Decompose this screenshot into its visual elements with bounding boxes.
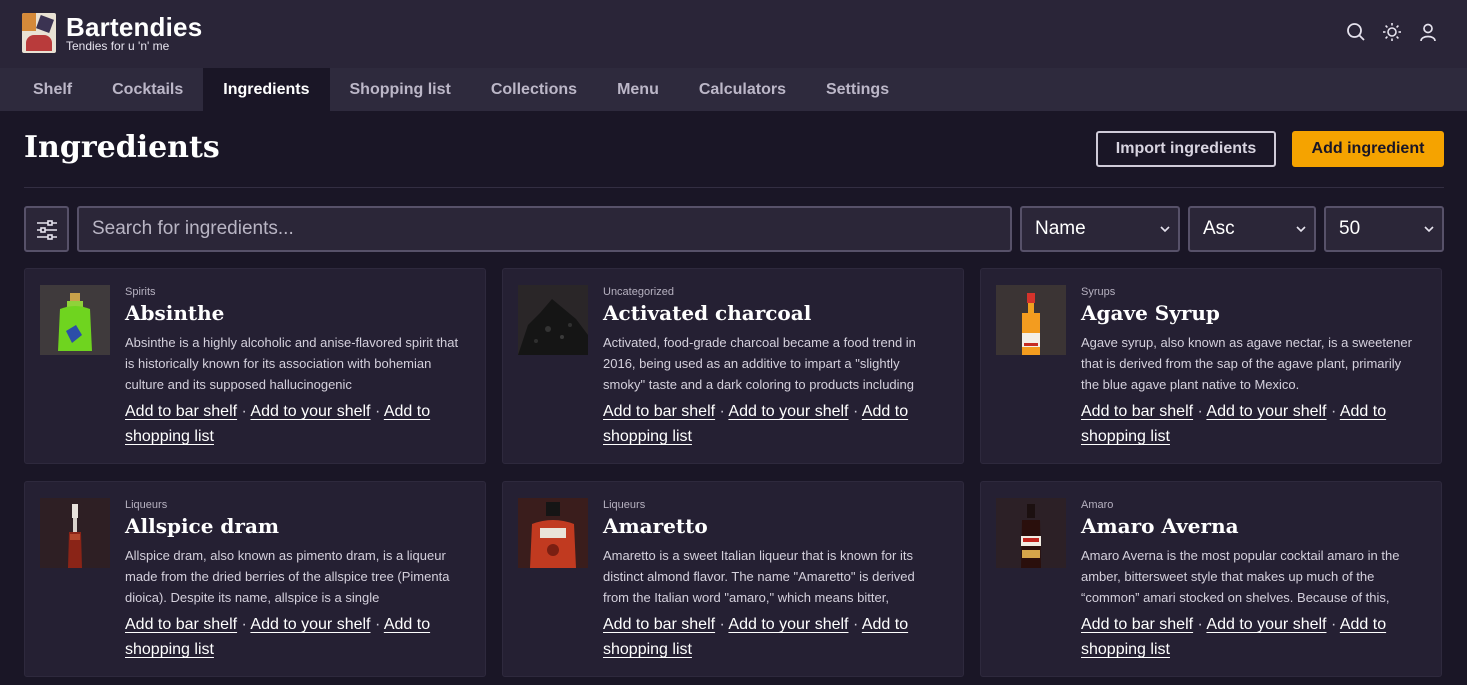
chevron-down-icon [1296,226,1306,233]
search-icon[interactable] [1346,22,1366,42]
ingredient-card[interactable]: Liqueurs Allspice dram Allspice dram, al… [24,481,486,677]
ingredient-category: Liqueurs [125,499,168,511]
add-ingredient-button[interactable]: Add ingredient [1292,131,1444,167]
filter-button[interactable] [24,206,69,252]
ingredient-name[interactable]: Allspice dram [125,514,279,538]
sliders-icon [37,220,57,240]
ingredient-name[interactable]: Absinthe [125,301,224,325]
ingredient-category: Syrups [1081,286,1116,298]
sort-direction-select[interactable]: Asc [1188,206,1316,252]
add-to-your-shelf-link[interactable]: Add to your shelf [250,403,370,420]
user-icon[interactable] [1418,22,1438,42]
sort-field-value: Name [1035,218,1086,239]
ingredient-name[interactable]: Activated charcoal [603,301,811,325]
ingredient-description: Allspice dram, also known as pimento dra… [125,548,450,605]
nav-calculators[interactable]: Calculators [679,68,806,111]
ingredient-actions: Add to bar shelf · Add to your shelf · A… [1081,616,1387,658]
theme-sun-icon[interactable] [1382,22,1402,42]
ingredient-card[interactable]: Spirits Absinthe Absinthe is a highly al… [24,268,486,464]
sort-field-select[interactable]: Name [1020,206,1180,252]
divider [24,187,1444,188]
add-to-bar-shelf-link[interactable]: Add to bar shelf [603,403,715,420]
ingredient-image[interactable] [996,285,1066,355]
brand-tagline: Tendies for u 'n' me [66,39,170,53]
ingredient-category: Spirits [125,286,156,298]
ingredient-category: Uncategorized [603,286,674,298]
ingredient-image[interactable] [40,498,110,568]
ingredient-name[interactable]: Amaro Averna [1081,514,1239,538]
ingredient-actions: Add to bar shelf · Add to your shelf · A… [125,403,431,445]
ingredient-name[interactable]: Amaretto [603,514,708,538]
nav-shopping-list[interactable]: Shopping list [330,68,471,111]
top-bar: Bartendies Tendies for u 'n' me [0,0,1467,68]
logo-icon[interactable] [22,13,56,53]
add-to-bar-shelf-link[interactable]: Add to bar shelf [1081,616,1193,633]
chevron-down-icon [1424,226,1434,233]
chevron-down-icon [1160,226,1170,233]
ingredient-name[interactable]: Agave Syrup [1081,301,1220,325]
ingredient-image[interactable] [40,285,110,355]
ingredient-card[interactable]: Amaro Amaro Averna Amaro Averna is the m… [980,481,1442,677]
main-nav: Shelf Cocktails Ingredients Shopping lis… [0,68,1467,111]
nav-menu[interactable]: Menu [597,68,679,111]
add-to-your-shelf-link[interactable]: Add to your shelf [1206,616,1326,633]
nav-collections[interactable]: Collections [471,68,597,111]
ingredient-description: Absinthe is a highly alcoholic and anise… [125,335,459,392]
ingredient-card[interactable]: Liqueurs Amaretto Amaretto is a sweet It… [502,481,964,677]
ingredient-description: Agave syrup, also known as agave nectar,… [1081,335,1412,392]
search-input[interactable] [77,206,1012,252]
ingredient-category: Liqueurs [603,499,646,511]
nav-shelf[interactable]: Shelf [0,68,92,111]
ingredient-image[interactable] [518,498,588,568]
add-to-your-shelf-link[interactable]: Add to your shelf [728,616,848,633]
ingredient-description: Amaro Averna is the most popular cocktai… [1081,548,1400,605]
add-to-your-shelf-link[interactable]: Add to your shelf [250,616,370,633]
ingredient-description: Amaretto is a sweet Italian liqueur that… [603,548,915,605]
ingredient-actions: Add to bar shelf · Add to your shelf · A… [603,616,909,658]
ingredient-card[interactable]: Syrups Agave Syrup Agave syrup, also kno… [980,268,1442,464]
add-to-bar-shelf-link[interactable]: Add to bar shelf [125,616,237,633]
ingredient-actions: Add to bar shelf · Add to your shelf · A… [125,616,431,658]
nav-ingredients[interactable]: Ingredients [203,68,330,111]
add-to-your-shelf-link[interactable]: Add to your shelf [1206,403,1326,420]
per-page-select[interactable]: 50 [1324,206,1444,252]
per-page-value: 50 [1339,218,1361,239]
import-ingredients-button[interactable]: Import ingredients [1096,131,1276,167]
ingredient-image[interactable] [996,498,1066,568]
add-to-your-shelf-link[interactable]: Add to your shelf [728,403,848,420]
nav-settings[interactable]: Settings [806,68,909,111]
page-title: Ingredients [24,130,220,165]
ingredient-card[interactable]: Uncategorized Activated charcoal Activat… [502,268,964,464]
nav-cocktails[interactable]: Cocktails [92,68,203,111]
ingredient-description: Activated, food-grade charcoal became a … [603,335,916,392]
ingredient-image[interactable] [518,285,588,355]
ingredient-category: Amaro [1081,499,1114,511]
sort-direction-value: Asc [1203,218,1235,239]
ingredient-actions: Add to bar shelf · Add to your shelf · A… [1081,403,1387,445]
add-to-bar-shelf-link[interactable]: Add to bar shelf [603,616,715,633]
ingredient-actions: Add to bar shelf · Add to your shelf · A… [603,403,909,445]
add-to-bar-shelf-link[interactable]: Add to bar shelf [1081,403,1193,420]
add-to-bar-shelf-link[interactable]: Add to bar shelf [125,403,237,420]
